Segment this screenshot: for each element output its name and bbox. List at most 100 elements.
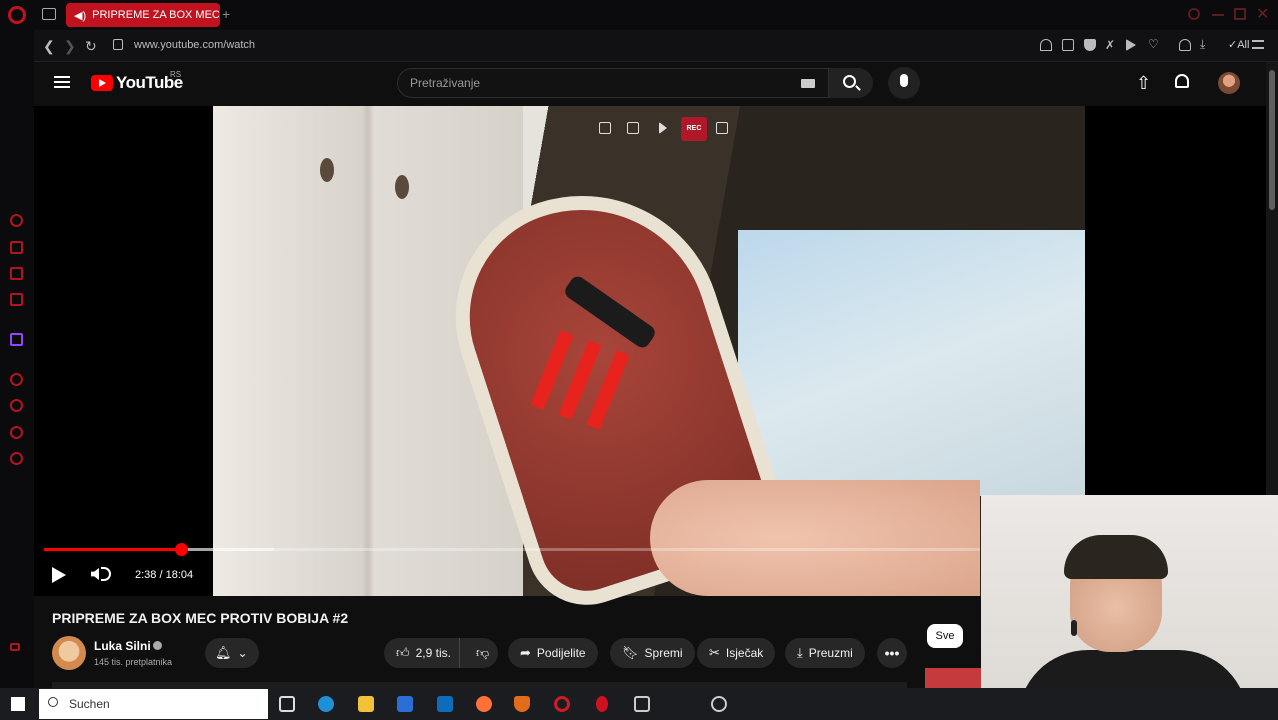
shield-icon[interactable] bbox=[1084, 39, 1096, 51]
heart-icon[interactable]: ♡ bbox=[1148, 37, 1160, 51]
popout-icon[interactable] bbox=[627, 122, 639, 134]
country-code: RS bbox=[170, 70, 182, 79]
search-tabs-icon[interactable] bbox=[1188, 8, 1200, 20]
video-hand bbox=[650, 480, 980, 596]
record-badge[interactable]: REC bbox=[681, 117, 707, 141]
scissors-icon: ✂ bbox=[709, 645, 720, 660]
earphone-icon bbox=[1071, 620, 1077, 636]
profile-icon[interactable] bbox=[1179, 39, 1191, 51]
sidebar-messenger-icon[interactable] bbox=[10, 267, 23, 280]
chevron-down-icon: ⌄ bbox=[237, 646, 248, 660]
windows-start-icon[interactable] bbox=[11, 697, 25, 711]
share-icon: ➦ bbox=[520, 645, 531, 660]
new-tab-button[interactable]: + bbox=[222, 6, 236, 22]
scrollbar-thumb[interactable] bbox=[1269, 70, 1275, 210]
tab-active[interactable]: ◀) PRIPREME ZA BOX MEC bbox=[66, 3, 220, 27]
snapshot-icon[interactable] bbox=[1062, 39, 1074, 51]
copy-icon[interactable] bbox=[599, 122, 611, 134]
capcut-icon[interactable] bbox=[634, 696, 650, 712]
subscriber-count: 145 tis. pretplatnika bbox=[94, 657, 173, 667]
minimize-button[interactable] bbox=[1212, 14, 1224, 16]
download-button[interactable]: ⤓ Preuzmi bbox=[785, 638, 865, 668]
forward-button[interactable]: ❯ bbox=[64, 38, 76, 55]
skip-icon[interactable] bbox=[659, 122, 667, 134]
sidebar-settings-icon[interactable] bbox=[10, 452, 23, 465]
filter-chip-all[interactable]: Sve bbox=[927, 624, 963, 648]
store-icon[interactable] bbox=[397, 696, 413, 712]
play-icon[interactable] bbox=[52, 567, 66, 583]
clip-button[interactable]: ✂ Isječak bbox=[697, 638, 776, 668]
sidebar-instagram-icon[interactable] bbox=[10, 293, 23, 306]
upload-icon[interactable]: ⇧ bbox=[1136, 74, 1152, 92]
sneaker-stripes bbox=[530, 330, 635, 430]
obs-icon[interactable] bbox=[711, 696, 727, 712]
more-actions-button[interactable]: ••• bbox=[877, 638, 907, 668]
address-field[interactable]: www.youtube.com/watch bbox=[134, 39, 255, 51]
video-popout-toolbar bbox=[594, 118, 734, 140]
player-icon[interactable] bbox=[1126, 39, 1136, 51]
progress-scrubber[interactable] bbox=[175, 543, 188, 556]
sidebar-bag-icon[interactable] bbox=[10, 241, 23, 254]
thumbs-down-icon: 👎︎ bbox=[475, 645, 490, 660]
like-dislike-group: 👍︎ 2,9 tis. 👎︎ bbox=[384, 638, 498, 668]
sidebar-ai-icon[interactable] bbox=[10, 214, 23, 227]
like-button[interactable]: 👍︎ 2,9 tis. bbox=[384, 638, 460, 668]
download-icon: ⤓ bbox=[797, 645, 803, 660]
avatar[interactable] bbox=[1218, 72, 1240, 94]
download-icon[interactable]: ⤓ bbox=[1200, 37, 1212, 51]
dislike-button[interactable]: 👎︎ bbox=[466, 645, 499, 661]
search-input[interactable]: Pretraživanje bbox=[397, 68, 829, 98]
edge-icon[interactable] bbox=[318, 696, 334, 712]
channel-avatar[interactable] bbox=[52, 636, 86, 670]
search-icon bbox=[843, 75, 856, 88]
keyboard-icon[interactable] bbox=[801, 79, 815, 88]
progress-played bbox=[44, 548, 181, 551]
reload-button[interactable]: ↻ bbox=[85, 38, 97, 55]
search-icon bbox=[48, 697, 58, 707]
sidebar-twitch-icon[interactable] bbox=[10, 333, 23, 346]
sidebar-more-icon[interactable] bbox=[10, 643, 20, 651]
pip-icon[interactable] bbox=[716, 122, 728, 134]
channel-name[interactable]: Luka Silni bbox=[94, 639, 151, 653]
hamburger-menu-icon[interactable] bbox=[54, 76, 70, 88]
youtube-logo-icon[interactable] bbox=[91, 75, 113, 91]
opera-logo-icon[interactable] bbox=[8, 6, 26, 24]
recommended-thumbnail[interactable] bbox=[925, 668, 981, 688]
brave-icon[interactable] bbox=[514, 696, 530, 712]
bell-icon[interactable] bbox=[1175, 74, 1189, 88]
menu-icon[interactable] bbox=[1252, 40, 1264, 49]
thumbs-up-icon: 👍︎ bbox=[396, 645, 410, 660]
subscribe-bell-button[interactable]: 🔔︎ ⌄ bbox=[205, 638, 259, 668]
check-icon: ✓ bbox=[1228, 39, 1238, 51]
opera-sidebar bbox=[0, 30, 34, 688]
microphone-icon bbox=[900, 74, 908, 87]
verified-icon bbox=[153, 641, 162, 650]
back-button[interactable]: ❮ bbox=[43, 38, 55, 55]
outlook-icon[interactable] bbox=[437, 696, 453, 712]
taskbar-search-input[interactable]: Suchen bbox=[39, 689, 268, 719]
close-button[interactable]: ✕ bbox=[1256, 4, 1269, 24]
video-title: PRIPREME ZA BOX MEC PROTIV BOBIJA #2 bbox=[52, 610, 349, 626]
sidebar-history-icon[interactable] bbox=[10, 373, 23, 386]
share-button[interactable]: ➦ Podijelite bbox=[508, 638, 598, 668]
sidebar-extensions-icon[interactable] bbox=[10, 426, 23, 439]
workspace-icon[interactable] bbox=[42, 8, 56, 20]
task-view-icon[interactable] bbox=[279, 696, 295, 712]
firefox-icon[interactable] bbox=[476, 696, 492, 712]
speaker-icon: ◀) bbox=[74, 9, 87, 22]
opera-gx-icon[interactable] bbox=[554, 696, 570, 712]
file-explorer-icon[interactable] bbox=[358, 696, 374, 712]
opera-icon[interactable] bbox=[596, 696, 608, 712]
pin-icon[interactable] bbox=[1040, 39, 1052, 51]
save-button[interactable]: 🔖︎ Spremi bbox=[610, 638, 695, 668]
video-window bbox=[738, 230, 1085, 496]
lock-icon bbox=[113, 39, 123, 50]
sidebar-clock-icon[interactable] bbox=[10, 399, 23, 412]
like-count: 2,9 tis. bbox=[415, 646, 451, 660]
maximize-button[interactable] bbox=[1234, 8, 1246, 20]
extensions-all-button[interactable]: ✓All bbox=[1228, 38, 1249, 51]
video-knob bbox=[395, 175, 409, 199]
translate-icon[interactable]: ✗ bbox=[1105, 38, 1117, 52]
webcam-person-hair bbox=[1064, 535, 1168, 579]
video-knob bbox=[320, 158, 334, 182]
